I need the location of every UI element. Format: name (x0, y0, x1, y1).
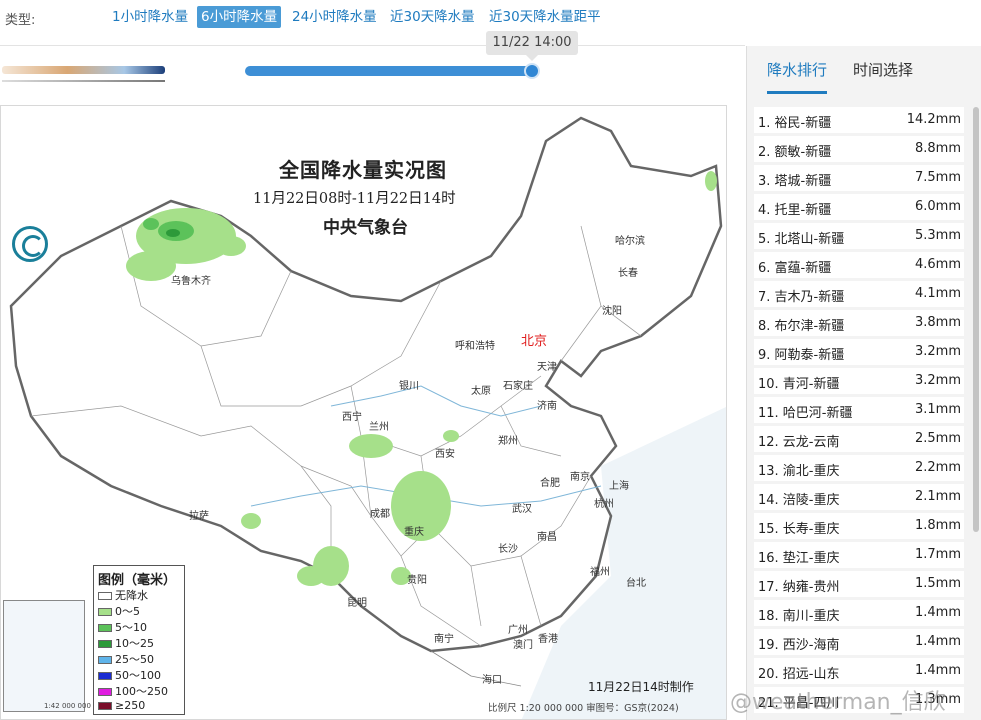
city-label: 重庆 (404, 527, 424, 538)
list-item[interactable]: 8. 布尔津-新疆 3.8mm (754, 310, 964, 336)
legend-item: ≥250 (98, 699, 145, 712)
color-scale-underline (2, 80, 165, 82)
divider (0, 45, 745, 46)
map-legend: 图例（毫米） 无降水 0～5 5～10 10～25 25～50 50～100 1… (93, 565, 185, 715)
tab-24h-precip[interactable]: 24小时降水量 (288, 6, 381, 28)
list-item[interactable]: 12. 云龙-云南 2.5mm (754, 426, 964, 452)
tab-6h-precip[interactable]: 6小时降水量 (197, 6, 282, 28)
map-scale-note: 比例尺 1:20 000 000 审图号：GS京(2024) (488, 703, 679, 714)
list-item[interactable]: 7. 吉木乃-新疆 4.1mm (754, 281, 964, 307)
list-item[interactable]: 3. 塔城-新疆 7.5mm (754, 165, 964, 191)
capital-label: 北京 (521, 334, 548, 349)
time-tooltip: 11/22 14:00 (486, 31, 578, 61)
list-item[interactable]: 19. 西沙-海南 1.4mm (754, 629, 964, 655)
legend-swatch (98, 608, 112, 616)
legend-item: 10～25 (98, 635, 154, 651)
watermark: @weatherman_信欣 (730, 690, 946, 715)
list-item[interactable]: 20. 招远-山东 1.4mm (754, 658, 964, 684)
legend-swatch (98, 624, 112, 632)
map-subtitle: 11月22日08时-11月22日14时 (253, 191, 456, 207)
inset-scale: 1:42 000 000 (44, 702, 91, 710)
city-label: 杭州 (594, 499, 614, 510)
city-label: 昆明 (347, 598, 367, 609)
list-item[interactable]: 4. 托里-新疆 6.0mm (754, 194, 964, 220)
city-label: 贵阳 (407, 575, 427, 586)
tab-30d-anomaly[interactable]: 近30天降水量距平 (485, 6, 605, 28)
city-label: 成都 (370, 509, 390, 520)
city-label: 上海 (609, 481, 629, 492)
city-label: 拉萨 (189, 511, 209, 522)
city-label: 南宁 (434, 634, 454, 645)
city-label: 石家庄 (503, 381, 533, 392)
tab-1h-precip[interactable]: 1小时降水量 (108, 6, 192, 28)
list-item[interactable]: 10. 青河-新疆 3.2mm (754, 368, 964, 394)
list-item[interactable]: 6. 富蕴-新疆 4.6mm (754, 252, 964, 278)
city-label: 长春 (618, 268, 638, 279)
city-label: 乌鲁木齐 (171, 276, 211, 287)
list-item[interactable]: 5. 北塔山-新疆 5.3mm (754, 223, 964, 249)
legend-swatch (98, 640, 112, 648)
list-item[interactable]: 15. 长寿-重庆 1.8mm (754, 513, 964, 539)
city-label: 郑州 (498, 436, 518, 447)
time-slider-track[interactable] (245, 66, 535, 76)
legend-swatch (98, 688, 112, 696)
city-label: 哈尔滨 (615, 236, 645, 247)
list-item[interactable]: 16. 垫江-重庆 1.7mm (754, 542, 964, 568)
list-item[interactable]: 11. 哈巴河-新疆 3.1mm (754, 397, 964, 423)
city-label: 西宁 (342, 412, 362, 423)
ranking-scrollbar[interactable] (973, 107, 979, 532)
city-label: 澳门 (513, 640, 533, 651)
list-item[interactable]: 13. 渝北-重庆 2.2mm (754, 455, 964, 481)
city-label: 南昌 (537, 532, 557, 543)
city-label: 合肥 (540, 478, 560, 489)
ranking-panel: 降水排行 时间选择 1. 裕民-新疆 14.2mm 2. 额敏-新疆 8.8mm 3… (746, 46, 981, 720)
city-label: 天津 (537, 362, 557, 373)
list-item[interactable]: 9. 阿勒泰-新疆 3.2mm (754, 339, 964, 365)
city-label: 武汉 (512, 504, 532, 515)
city-label: 兰州 (369, 422, 389, 433)
city-label: 广州 (508, 625, 528, 636)
made-time-label: 11月22日14时制作 (588, 680, 694, 694)
legend-item: 0～5 (98, 603, 140, 619)
south-china-sea-inset (3, 600, 85, 712)
city-label: 呼和浩特 (455, 341, 495, 352)
city-label: 西安 (435, 449, 455, 460)
city-label: 南京 (570, 472, 590, 483)
city-label: 太原 (471, 386, 491, 397)
legend-item: 50～100 (98, 667, 161, 683)
legend-swatch (98, 656, 112, 664)
type-label: 类型: (5, 13, 36, 28)
list-item[interactable]: 14. 涪陵-重庆 2.1mm (754, 484, 964, 510)
city-label: 香港 (538, 634, 558, 645)
legend-item: 25～50 (98, 651, 154, 667)
city-label: 台北 (626, 578, 646, 589)
city-label: 长沙 (498, 544, 518, 555)
tab-time-select[interactable]: 时间选择 (853, 59, 913, 91)
legend-item: 100～250 (98, 683, 168, 699)
ranking-tabs: 降水排行 时间选择 (747, 46, 981, 96)
ranking-list: 1. 裕民-新疆 14.2mm 2. 额敏-新疆 8.8mm 3. 塔城-新疆 7.5… (754, 106, 971, 720)
city-label: 银川 (399, 381, 419, 392)
time-slider-handle[interactable] (524, 63, 540, 79)
legend-swatch (98, 702, 112, 710)
list-item[interactable]: 18. 南川-重庆 1.4mm (754, 600, 964, 626)
legend-swatch (98, 592, 112, 600)
tab-precip-ranking[interactable]: 降水排行 (767, 59, 828, 94)
city-label: 福州 (590, 567, 610, 578)
legend-title: 图例（毫米） (98, 573, 177, 588)
cma-logo (12, 226, 48, 262)
map-title: 全国降水量实况图 (279, 158, 447, 182)
legend-item: 5～10 (98, 619, 147, 635)
city-label: 济南 (537, 401, 557, 412)
color-scale-strip (2, 66, 165, 74)
legend-swatch (98, 672, 112, 680)
list-item[interactable]: 1. 裕民-新疆 14.2mm (754, 107, 964, 133)
legend-item: 无降水 (98, 587, 148, 603)
list-item[interactable]: 2. 额敏-新疆 8.8mm (754, 136, 964, 162)
map-agency: 中央气象台 (323, 218, 408, 238)
tab-30d-precip[interactable]: 近30天降水量 (386, 6, 479, 28)
city-label: 沈阳 (602, 306, 622, 317)
list-item[interactable]: 17. 纳雍-贵州 1.5mm (754, 571, 964, 597)
city-label: 海口 (482, 675, 502, 686)
